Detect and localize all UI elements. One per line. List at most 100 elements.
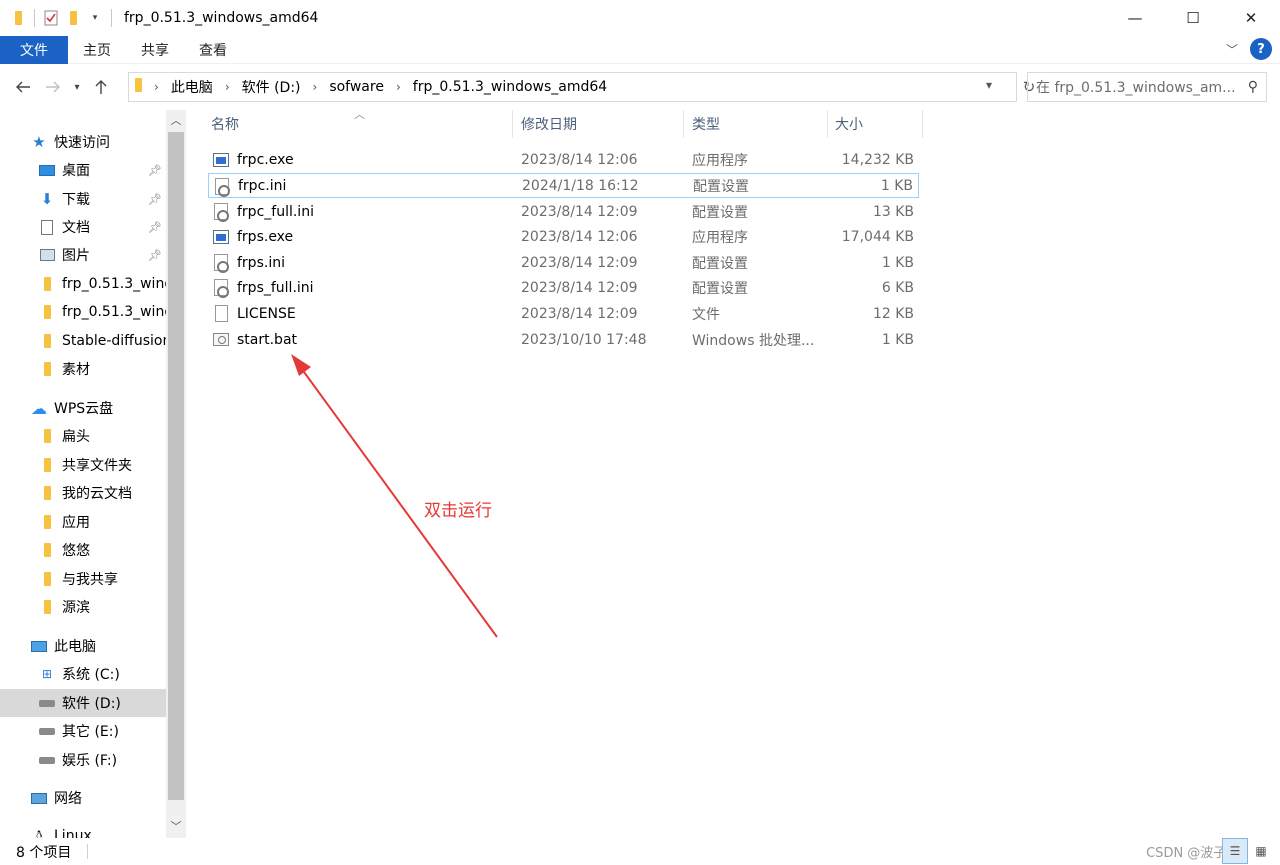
nav-this-pc[interactable]: 此电脑	[0, 632, 166, 660]
scroll-down-icon[interactable]: ﹀	[166, 816, 186, 836]
nav-drive-f[interactable]: 娱乐 (F:)	[0, 746, 166, 774]
nav-label: WPS云盘	[54, 401, 114, 417]
tab-view[interactable]: 查看	[184, 36, 242, 64]
item-count: 8 个项目	[16, 844, 72, 861]
properties-icon[interactable]	[43, 10, 59, 26]
column-divider[interactable]	[683, 110, 684, 138]
breadcrumb-sofware[interactable]: sofware	[329, 79, 384, 95]
column-divider[interactable]	[512, 110, 513, 138]
nav-folder-stable-diffusion[interactable]: Stable-diffusion	[0, 327, 166, 355]
nav-wps-item[interactable]: 应用	[0, 508, 166, 536]
search-icon[interactable]: ⚲	[1248, 79, 1258, 95]
nav-folder-material[interactable]: 素材	[0, 355, 166, 383]
up-button[interactable]	[86, 72, 116, 102]
nav-folder-frp-1[interactable]: frp_0.51.3_windows_amd64	[0, 270, 166, 298]
new-folder-icon[interactable]	[65, 10, 81, 26]
nav-linux[interactable]: 🐧︎ Linux	[0, 822, 166, 838]
column-header-date[interactable]: 修改日期	[521, 110, 681, 138]
breadcrumb-current-folder[interactable]: frp_0.51.3_windows_amd64	[413, 79, 607, 95]
scrollbar-thumb[interactable]	[168, 132, 184, 800]
column-header-type[interactable]: 类型	[692, 110, 822, 138]
pin-icon[interactable]: 📌︎	[148, 164, 162, 177]
tab-share[interactable]: 共享	[126, 36, 184, 64]
nav-label: 素材	[62, 362, 90, 378]
chevron-right-icon[interactable]: ›	[396, 80, 401, 94]
expand-ribbon-icon[interactable]: ﹀	[1226, 41, 1238, 58]
ini-icon	[212, 254, 230, 273]
nav-label: 其它 (E:)	[62, 724, 119, 740]
nav-documents[interactable]: 文档 📌︎	[0, 213, 166, 241]
nav-wps-item[interactable]: 扁头	[0, 422, 166, 450]
file-row[interactable]: frps_full.ini 2023/8/14 12:09 配置设置 6 KB	[208, 275, 919, 300]
nav-label: frp_0.51.3_windows_amd64	[62, 276, 166, 292]
maximize-button[interactable]: ☐	[1164, 0, 1222, 36]
nav-downloads[interactable]: ⬇ 下载 📌︎	[0, 185, 166, 213]
forward-button[interactable]	[38, 72, 68, 102]
tab-home[interactable]: 主页	[68, 36, 126, 64]
file-row[interactable]: frps.ini 2023/8/14 12:09 配置设置 1 KB	[208, 250, 919, 275]
file-type: 配置设置	[692, 280, 748, 297]
nav-drive-e[interactable]: 其它 (E:)	[0, 717, 166, 745]
pin-icon[interactable]: 📌︎	[148, 193, 162, 206]
folder-icon	[38, 514, 56, 530]
nav-scrollbar[interactable]: ︿ ﹀	[166, 110, 186, 838]
window-title: frp_0.51.3_windows_amd64	[124, 10, 319, 26]
column-divider[interactable]	[922, 110, 923, 138]
nav-pictures[interactable]: 图片 📌︎	[0, 241, 166, 269]
nav-label: 下载	[62, 192, 90, 208]
forward-arrow-icon	[46, 81, 60, 93]
nav-drive-d[interactable]: 软件 (D:)	[0, 689, 166, 717]
address-bar[interactable]: › 此电脑 › 软件 (D:) › sofware › frp_0.51.3_w…	[128, 72, 1035, 102]
file-row[interactable]: frpc_full.ini 2023/8/14 12:09 配置设置 13 KB	[208, 199, 919, 224]
nav-wps-item[interactable]: 我的云文档	[0, 479, 166, 507]
search-input[interactable]: 在 frp_0.51.3_windows_am... ⚲	[1027, 72, 1267, 102]
file-size: 14,232 KB	[841, 151, 914, 168]
file-date: 2023/8/14 12:09	[521, 279, 638, 296]
minimize-button[interactable]: —	[1106, 0, 1164, 36]
help-icon[interactable]: ?	[1250, 38, 1272, 60]
nav-wps-cloud[interactable]: ☁ WPS云盘	[0, 394, 166, 422]
file-date: 2023/8/14 12:09	[521, 254, 638, 271]
nav-label: 快速访问	[54, 135, 110, 151]
chevron-right-icon[interactable]: ›	[154, 80, 159, 94]
nav-wps-item[interactable]: 悠悠	[0, 536, 166, 564]
folder-icon	[38, 571, 56, 587]
pin-icon[interactable]: 📌︎	[148, 221, 162, 234]
navigation-pane: ★ 快速访问 桌面 📌︎ ⬇ 下载 📌︎ 文档 📌︎ 图片 📌︎ frp_0.5…	[0, 110, 186, 838]
details-view-icon[interactable]: ☰	[1222, 838, 1248, 864]
column-header-size[interactable]: 大小	[835, 110, 915, 138]
file-size: 1 KB	[881, 254, 914, 271]
close-button[interactable]: ✕	[1222, 0, 1280, 36]
nav-folder-frp-2[interactable]: frp_0.51.3_windows_amd64	[0, 298, 166, 326]
file-row[interactable]: LICENSE 2023/8/14 12:09 文件 12 KB	[208, 301, 919, 326]
recent-locations-button[interactable]: ▾	[68, 72, 86, 102]
column-divider[interactable]	[827, 110, 828, 138]
download-icon: ⬇	[40, 190, 54, 208]
nav-wps-item[interactable]: 源滨	[0, 593, 166, 621]
nav-wps-item[interactable]: 与我共享	[0, 565, 166, 593]
annotation-text: 双击运行	[424, 501, 492, 521]
nav-desktop[interactable]: 桌面 📌︎	[0, 156, 166, 184]
nav-drive-c[interactable]: ⊞ 系统 (C:)	[0, 660, 166, 688]
nav-label: Stable-diffusion	[62, 333, 166, 349]
nav-label: 软件 (D:)	[62, 696, 121, 712]
nav-wps-item[interactable]: 共享文件夹	[0, 451, 166, 479]
breadcrumb-this-pc[interactable]: 此电脑	[171, 77, 213, 97]
customize-toolbar-icon[interactable]: ▾	[87, 10, 103, 26]
chevron-right-icon[interactable]: ›	[225, 80, 230, 94]
tab-file[interactable]: 文件	[0, 35, 68, 64]
nav-network[interactable]: 网络	[0, 784, 166, 812]
large-icons-view-icon[interactable]: ▦	[1248, 838, 1274, 864]
file-row[interactable]: frpc.ini 2024/1/18 16:12 配置设置 1 KB	[208, 173, 919, 198]
file-row[interactable]: frps.exe 2023/8/14 12:06 应用程序 17,044 KB	[208, 224, 919, 249]
back-button[interactable]	[8, 72, 38, 102]
file-row[interactable]: frpc.exe 2023/8/14 12:06 应用程序 14,232 KB	[208, 147, 919, 172]
breadcrumb-drive-d[interactable]: 软件 (D:)	[242, 77, 301, 97]
chevron-right-icon[interactable]: ›	[313, 80, 318, 94]
nav-label: 桌面	[62, 163, 90, 179]
column-header-name[interactable]: 名称	[211, 110, 511, 138]
pin-icon[interactable]: 📌︎	[148, 249, 162, 262]
nav-quick-access[interactable]: ★ 快速访问	[0, 128, 166, 156]
address-dropdown-icon[interactable]: ▾	[986, 78, 992, 92]
scroll-up-icon[interactable]: ︿	[166, 110, 186, 130]
